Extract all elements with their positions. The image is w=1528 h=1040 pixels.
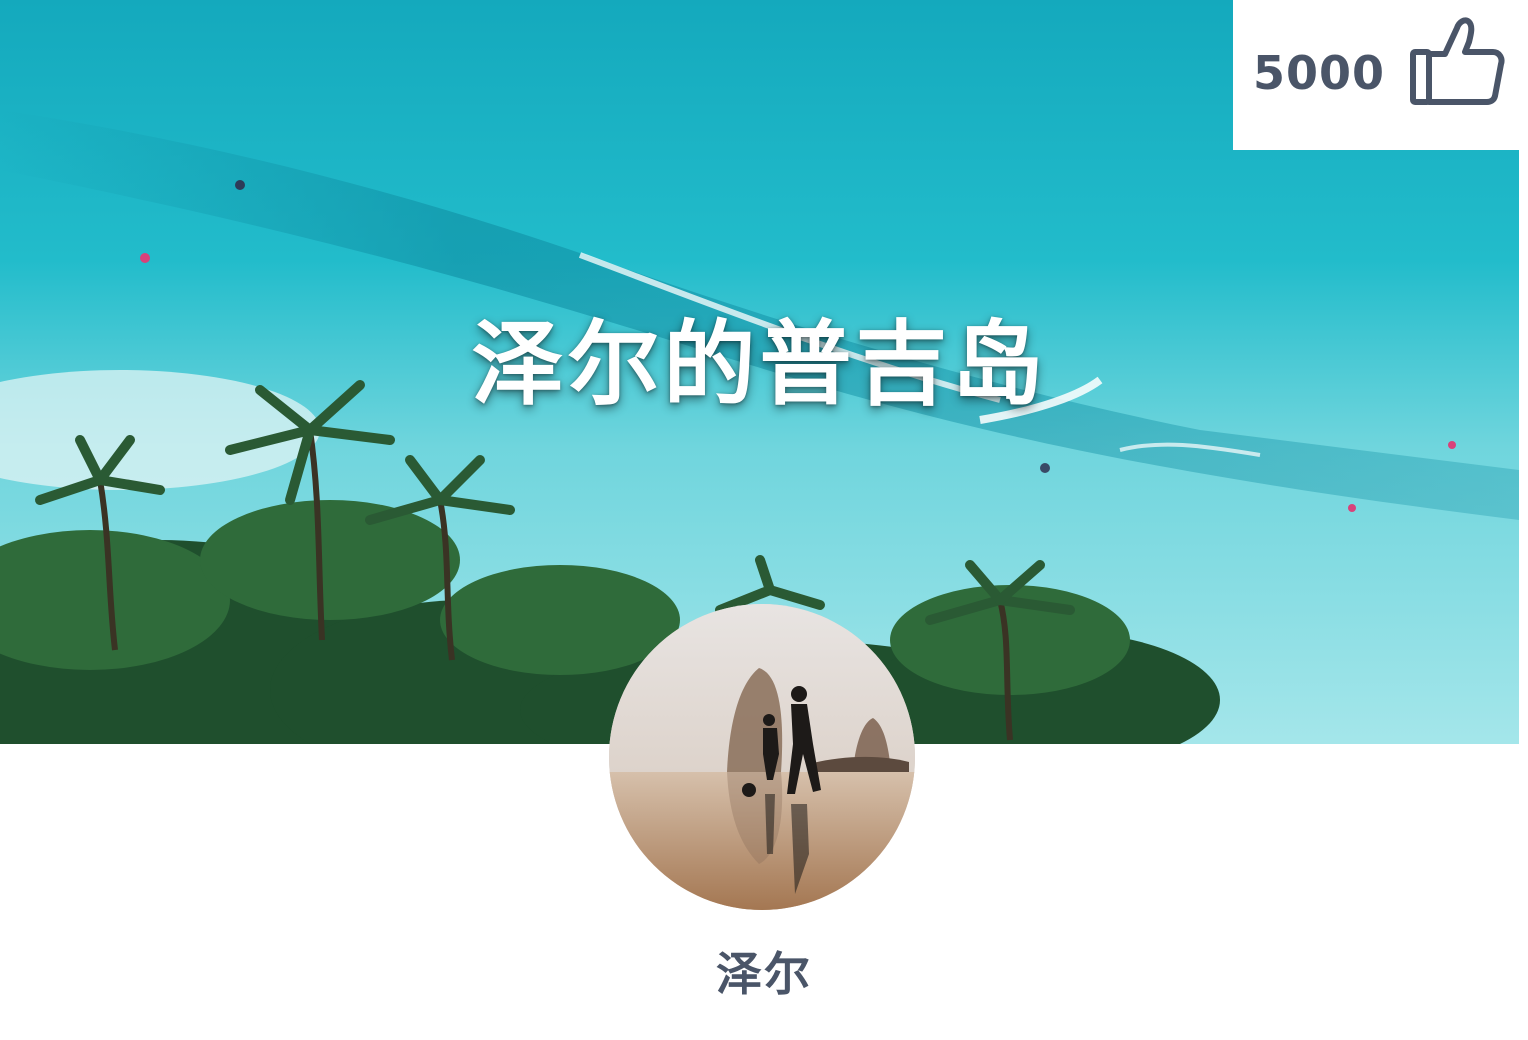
like-count: 5000	[1253, 46, 1386, 100]
page-title: 泽尔的普吉岛	[471, 311, 1048, 418]
avatar-image	[609, 604, 915, 910]
profile-name: 泽尔	[716, 947, 812, 1001]
thumbs-up-icon[interactable]	[1409, 14, 1505, 108]
like-button[interactable]: 5000	[1233, 0, 1519, 150]
avatar[interactable]	[609, 604, 915, 910]
profile-page: 泽尔的普吉岛 5000 泽尔	[0, 0, 1528, 1040]
